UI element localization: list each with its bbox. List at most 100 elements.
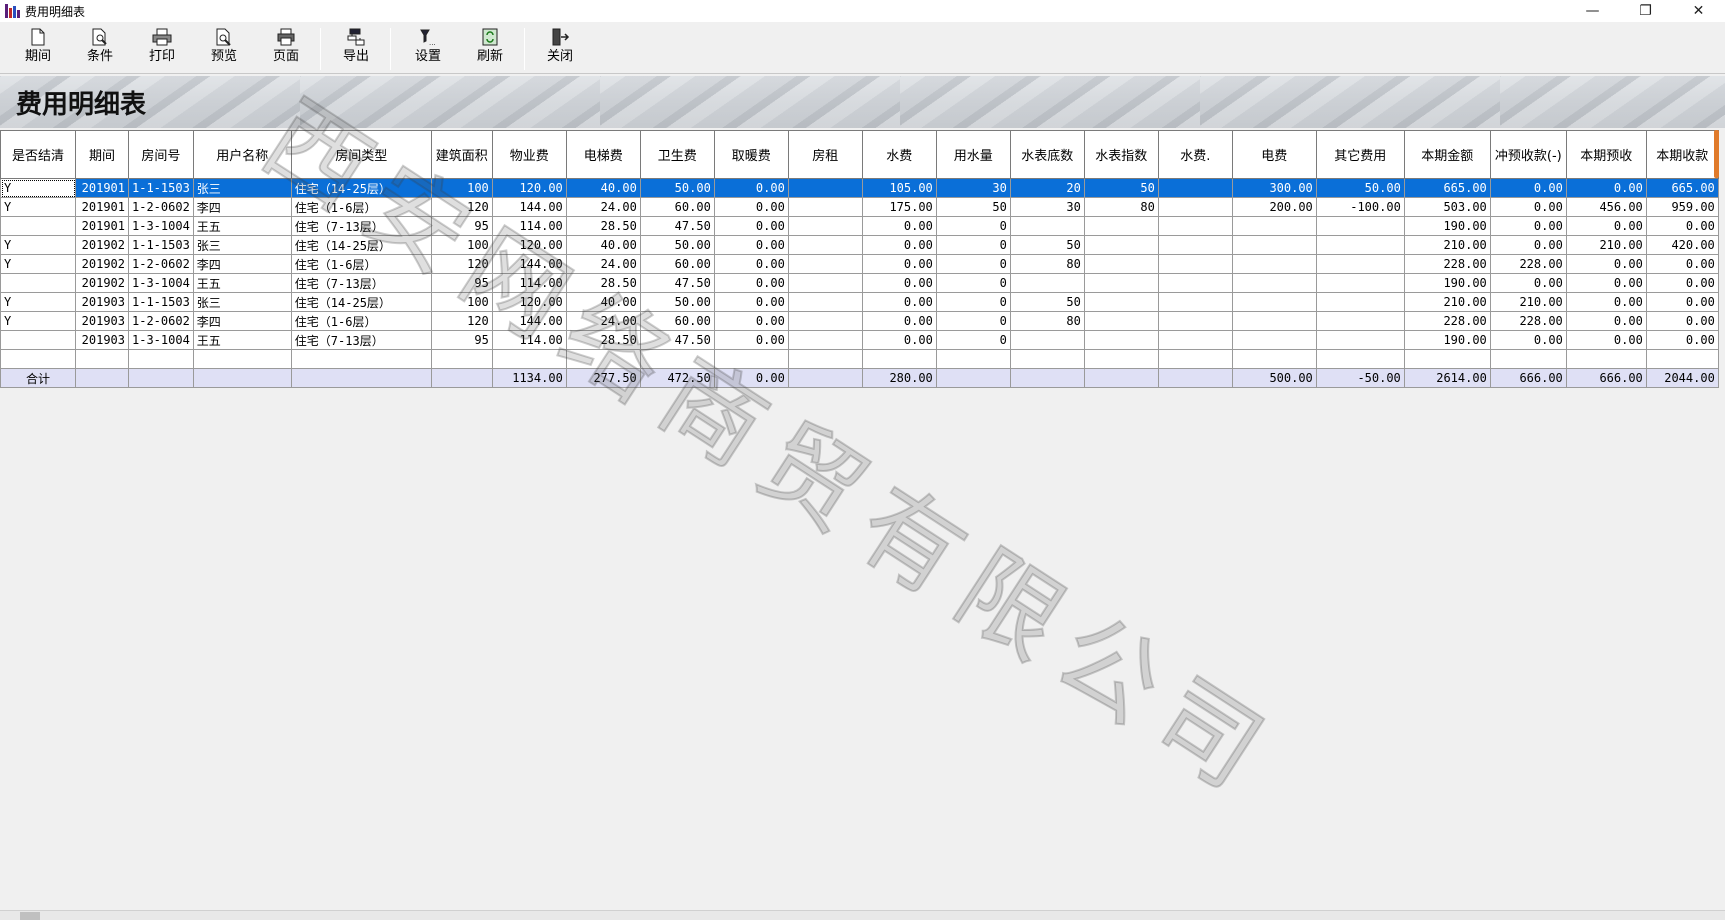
column-header[interactable]: 水费. [1157, 130, 1233, 179]
table-cell[interactable] [1009, 273, 1085, 293]
table-cell[interactable]: Y [0, 254, 76, 274]
table-cell[interactable] [787, 235, 863, 255]
table-cell[interactable]: 144.00 [491, 254, 567, 274]
table-cell[interactable]: 95 [430, 330, 493, 350]
table-cell[interactable]: 0 [935, 216, 1011, 236]
column-header[interactable]: 物业费 [491, 130, 567, 179]
table-cell[interactable]: 228.00 [1489, 254, 1567, 274]
table-cell[interactable]: 190.00 [1403, 216, 1491, 236]
table-cell[interactable] [713, 349, 789, 369]
table-cell[interactable]: 1-2-0602 [128, 254, 194, 274]
table-cell[interactable]: 100 [430, 292, 493, 312]
table-cell[interactable]: 144.00 [491, 311, 567, 331]
table-cell[interactable] [1083, 216, 1159, 236]
table-cell[interactable]: 47.50 [639, 330, 715, 350]
table-cell[interactable]: 0.00 [861, 311, 937, 331]
table-cell[interactable] [1403, 349, 1491, 369]
table-cell[interactable]: 0.00 [1645, 254, 1719, 274]
table-cell[interactable] [192, 349, 292, 369]
table-cell[interactable]: 50 [1083, 178, 1159, 198]
table-cell[interactable] [565, 349, 641, 369]
table-cell[interactable] [1009, 349, 1085, 369]
table-cell[interactable]: 114.00 [491, 273, 567, 293]
period-button[interactable]: 期间 [12, 26, 64, 70]
table-cell[interactable]: -100.00 [1315, 197, 1405, 217]
column-header[interactable]: 电梯费 [565, 130, 641, 179]
table-cell[interactable]: Y [0, 292, 76, 312]
table-cell[interactable]: Y [0, 311, 76, 331]
column-header[interactable]: 建筑面积 [430, 130, 493, 179]
table-cell[interactable]: 住宅（7-13层） [290, 330, 432, 350]
table-cell[interactable]: 1-1-1503 [128, 235, 194, 255]
table-cell[interactable] [1157, 330, 1233, 350]
table-cell[interactable]: 住宅（7-13层） [290, 216, 432, 236]
table-cell[interactable] [1315, 254, 1405, 274]
table-cell[interactable] [1315, 216, 1405, 236]
table-cell[interactable]: 120.00 [491, 292, 567, 312]
table-cell[interactable]: Y [0, 197, 76, 217]
table-cell[interactable] [0, 349, 76, 369]
table-cell[interactable]: 0.00 [1565, 216, 1647, 236]
table-cell[interactable] [787, 330, 863, 350]
table-cell[interactable]: 0 [935, 273, 1011, 293]
table-cell[interactable] [1157, 292, 1233, 312]
table-cell[interactable]: 210.00 [1489, 292, 1567, 312]
column-header[interactable]: 房租 [787, 130, 863, 179]
table-cell[interactable] [787, 349, 863, 369]
table-cell[interactable] [1489, 349, 1567, 369]
table-cell[interactable]: 24.00 [565, 311, 641, 331]
table-cell[interactable]: 50 [1009, 292, 1085, 312]
table-cell[interactable]: 190.00 [1403, 330, 1491, 350]
table-cell[interactable]: 0.00 [1645, 330, 1719, 350]
table-cell[interactable] [1231, 216, 1317, 236]
table-cell[interactable]: 0.00 [861, 292, 937, 312]
table-cell[interactable]: 0.00 [1565, 330, 1647, 350]
table-cell[interactable]: 28.50 [565, 273, 641, 293]
table-row[interactable]: Y 201902 1-2-0602 李四 住宅（1-6层） 120 144.00 24.00 6… [0, 254, 1719, 274]
table-cell[interactable]: 李四 [192, 311, 292, 331]
table-cell[interactable]: 30 [935, 178, 1011, 198]
table-cell[interactable]: 0.00 [1489, 216, 1567, 236]
table-cell[interactable]: 0 [935, 235, 1011, 255]
table-cell[interactable]: 201902 [75, 273, 129, 293]
table-cell[interactable]: 175.00 [861, 197, 937, 217]
table-cell[interactable] [1231, 349, 1317, 369]
table-cell[interactable]: 201903 [75, 330, 129, 350]
table-cell[interactable]: 李四 [192, 254, 292, 274]
table-cell[interactable]: 80 [1083, 197, 1159, 217]
table-cell[interactable]: 0.00 [713, 197, 789, 217]
table-cell[interactable]: 0.00 [713, 292, 789, 312]
table-cell[interactable]: 201903 [75, 311, 129, 331]
export-button[interactable]: 导出 [330, 26, 382, 70]
table-cell[interactable]: 0.00 [1645, 311, 1719, 331]
table-cell[interactable]: 50.00 [639, 235, 715, 255]
table-cell[interactable]: 47.50 [639, 273, 715, 293]
table-cell[interactable]: 20 [1009, 178, 1085, 198]
table-cell[interactable]: 201901 [75, 197, 129, 217]
table-cell[interactable] [1157, 235, 1233, 255]
horizontal-scrollbar[interactable] [0, 910, 1725, 920]
table-cell[interactable]: 王五 [192, 330, 292, 350]
table-cell[interactable]: 959.00 [1645, 197, 1719, 217]
table-cell[interactable]: 114.00 [491, 330, 567, 350]
table-cell[interactable]: 40.00 [565, 292, 641, 312]
table-cell[interactable] [787, 254, 863, 274]
table-cell[interactable]: 40.00 [565, 235, 641, 255]
column-header[interactable]: 房间号 [128, 130, 194, 179]
table-cell[interactable]: 0.00 [1489, 330, 1567, 350]
table-cell[interactable] [1315, 311, 1405, 331]
table-cell[interactable]: 50 [1009, 235, 1085, 255]
table-row[interactable]: 201903 1-3-1004 王五 住宅（7-13层） 95 114.00 28.50 47… [0, 330, 1719, 350]
table-cell[interactable] [1231, 330, 1317, 350]
table-cell[interactable] [1231, 235, 1317, 255]
table-cell[interactable] [1231, 273, 1317, 293]
table-cell[interactable] [1083, 349, 1159, 369]
column-header[interactable]: 用户名称 [192, 130, 292, 179]
column-header[interactable]: 水表指数 [1083, 130, 1159, 179]
table-cell[interactable] [1231, 311, 1317, 331]
table-row[interactable]: Y 201903 1-1-1503 张三 住宅（14-25层） 100 120.00 40.0… [0, 292, 1719, 312]
table-cell[interactable]: 201902 [75, 254, 129, 274]
table-row[interactable]: Y 201902 1-1-1503 张三 住宅（14-25层） 100 120.00 40.0… [0, 235, 1719, 255]
table-cell[interactable]: 0.00 [1645, 216, 1719, 236]
table-cell[interactable]: 114.00 [491, 216, 567, 236]
